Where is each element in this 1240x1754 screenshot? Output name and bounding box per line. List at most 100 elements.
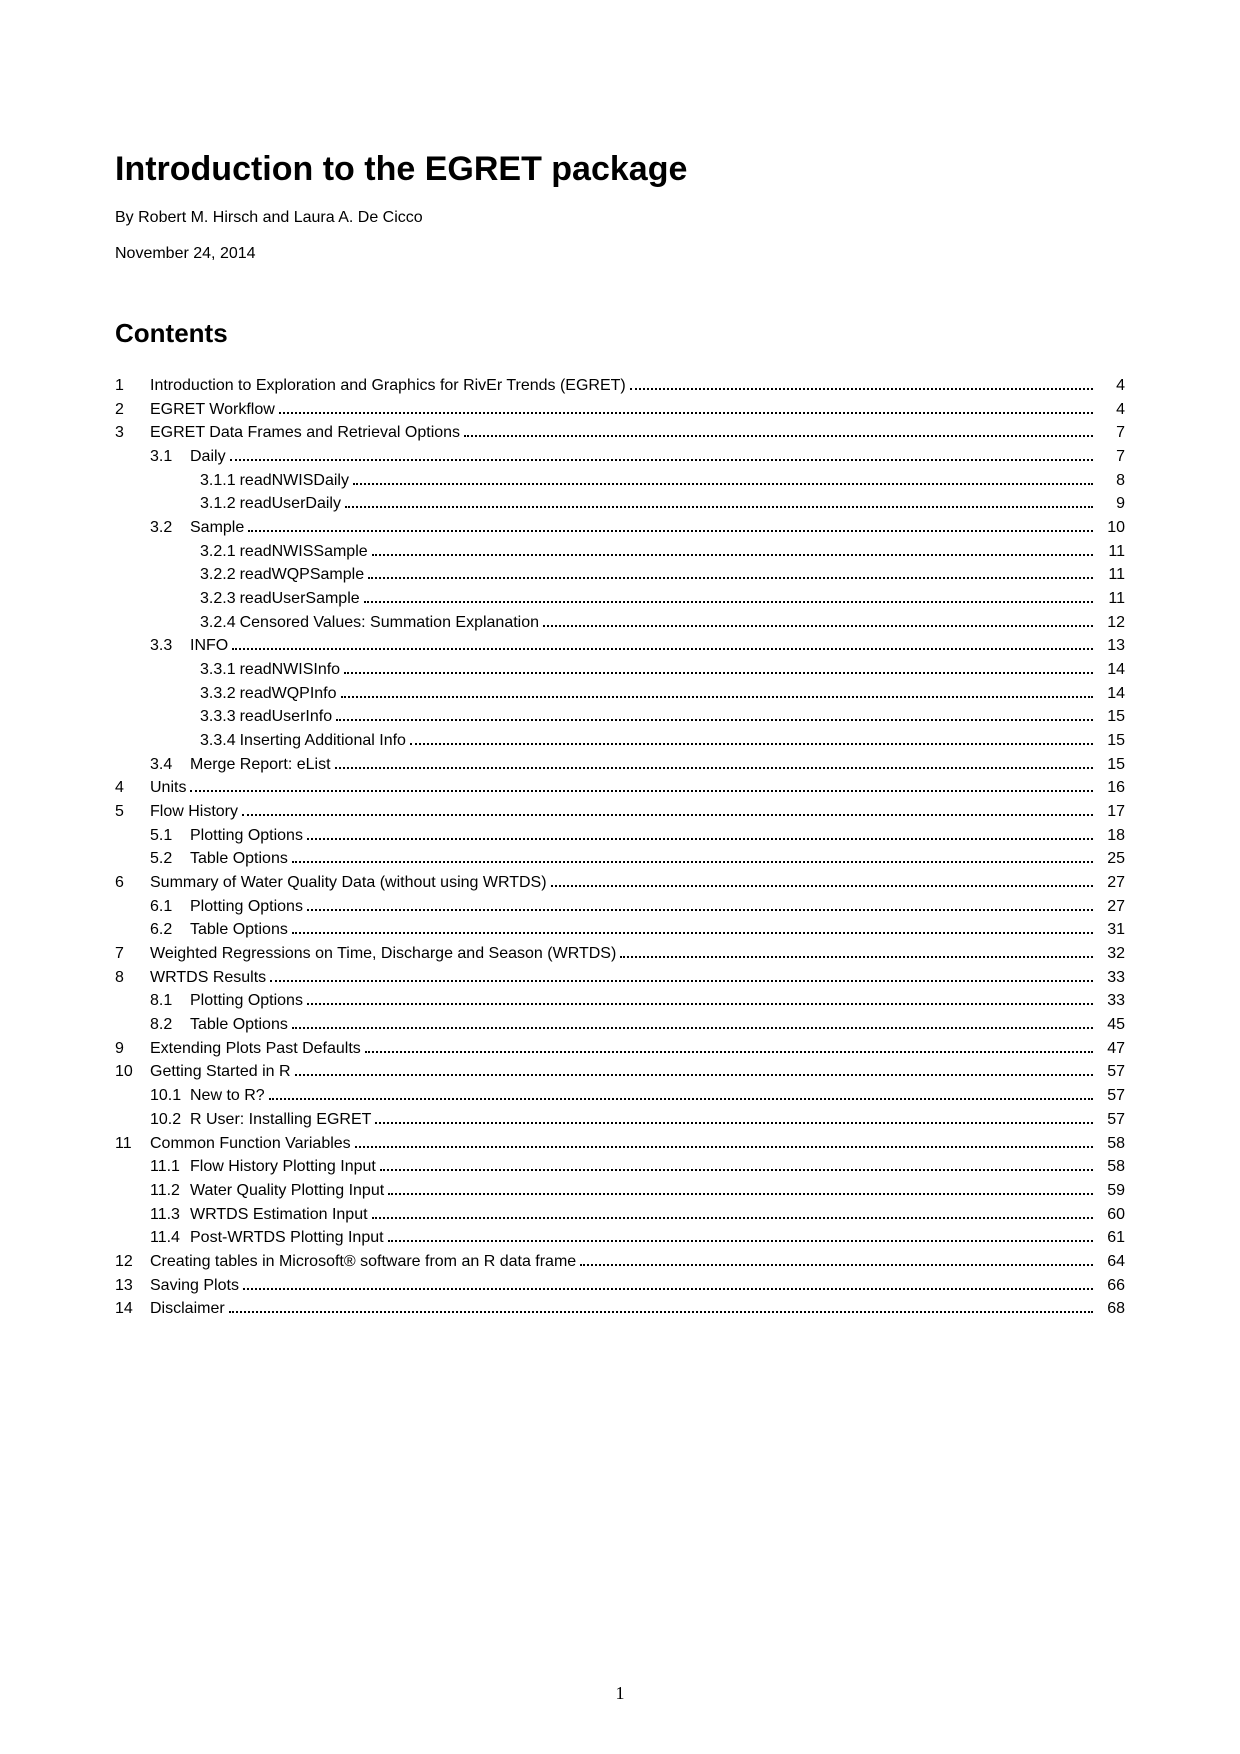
toc-chapter-number: 11 xyxy=(115,1132,150,1156)
toc-entry: 4Units16 xyxy=(115,776,1125,800)
toc-subsubsection-number: 3.2.4 xyxy=(200,611,236,635)
toc-leader-dots xyxy=(248,530,1093,532)
toc-page-number: 32 xyxy=(1097,942,1125,966)
toc-entry: 11.3WRTDS Estimation Input60 xyxy=(115,1203,1125,1227)
toc-label: WRTDS Results xyxy=(150,966,266,990)
toc-section-number: 11.3 xyxy=(150,1203,190,1227)
toc-leader-dots xyxy=(292,1027,1093,1029)
toc-entry: 5.1Plotting Options18 xyxy=(115,824,1125,848)
toc-leader-dots xyxy=(307,1003,1093,1005)
toc-leader-dots xyxy=(336,719,1093,721)
toc-leader-dots xyxy=(464,435,1093,437)
toc-entry: 6Summary of Water Quality Data (without … xyxy=(115,871,1125,895)
toc-entry: 3.1.2readUserDaily9 xyxy=(115,492,1125,516)
toc-page-number: 8 xyxy=(1097,469,1125,493)
toc-entry: 3.3.2readWQPInfo14 xyxy=(115,682,1125,706)
toc-entry: 11.4Post-WRTDS Plotting Input61 xyxy=(115,1226,1125,1250)
toc-label: readUserSample xyxy=(240,587,360,611)
toc-label: readUserInfo xyxy=(240,705,333,729)
toc-leader-dots xyxy=(365,1051,1093,1053)
toc-label: Censored Values: Summation Explanation xyxy=(240,611,539,635)
toc-page-number: 7 xyxy=(1097,421,1125,445)
toc-section-number: 8.1 xyxy=(150,989,190,1013)
toc-chapter-number: 10 xyxy=(115,1060,150,1084)
toc-section-number: 8.2 xyxy=(150,1013,190,1037)
toc-entry: 5.2Table Options25 xyxy=(115,847,1125,871)
toc-leader-dots xyxy=(375,1122,1093,1124)
toc-page-number: 68 xyxy=(1097,1297,1125,1321)
toc-page-number: 11 xyxy=(1097,587,1125,611)
toc-label: Plotting Options xyxy=(190,989,303,1013)
toc-entry: 13Saving Plots66 xyxy=(115,1274,1125,1298)
toc-leader-dots xyxy=(295,1074,1093,1076)
toc-leader-dots xyxy=(279,412,1093,414)
toc-label: Flow History Plotting Input xyxy=(190,1155,376,1179)
toc-leader-dots xyxy=(270,980,1093,982)
toc-label: Summary of Water Quality Data (without u… xyxy=(150,871,547,895)
toc-entry: 3.1.1readNWISDaily8 xyxy=(115,469,1125,493)
toc-entry: 8WRTDS Results33 xyxy=(115,966,1125,990)
toc-page-number: 15 xyxy=(1097,729,1125,753)
toc-leader-dots xyxy=(630,388,1093,390)
toc-leader-dots xyxy=(372,1217,1093,1219)
toc-label: Introduction to Exploration and Graphics… xyxy=(150,374,626,398)
toc-section-number: 11.2 xyxy=(150,1179,190,1203)
toc-leader-dots xyxy=(307,909,1093,911)
toc-leader-dots xyxy=(353,483,1093,485)
toc-label: Creating tables in Microsoft® software f… xyxy=(150,1250,576,1274)
toc-chapter-number: 13 xyxy=(115,1274,150,1298)
toc-chapter-number: 1 xyxy=(115,374,150,398)
toc-label: readNWISSample xyxy=(240,540,368,564)
toc-label: Weighted Regressions on Time, Discharge … xyxy=(150,942,616,966)
document-date: November 24, 2014 xyxy=(115,245,1125,263)
toc-label: readNWISInfo xyxy=(240,658,340,682)
toc-leader-dots xyxy=(243,1288,1093,1290)
toc-entry: 3.3INFO13 xyxy=(115,634,1125,658)
toc-page-number: 59 xyxy=(1097,1179,1125,1203)
toc-section-number: 5.1 xyxy=(150,824,190,848)
toc-section-number: 6.1 xyxy=(150,895,190,919)
toc-page-number: 33 xyxy=(1097,989,1125,1013)
toc-entry: 8.2Table Options45 xyxy=(115,1013,1125,1037)
toc-chapter-number: 9 xyxy=(115,1037,150,1061)
toc-label: Saving Plots xyxy=(150,1274,239,1298)
toc-entry: 3.3.4Inserting Additional Info15 xyxy=(115,729,1125,753)
toc-subsubsection-number: 3.2.1 xyxy=(200,540,236,564)
toc-page-number: 57 xyxy=(1097,1060,1125,1084)
toc-leader-dots xyxy=(372,554,1093,556)
toc-section-number: 3.1 xyxy=(150,445,190,469)
toc-label: Plotting Options xyxy=(190,824,303,848)
toc-entry: 3EGRET Data Frames and Retrieval Options… xyxy=(115,421,1125,445)
toc-page-number: 25 xyxy=(1097,847,1125,871)
toc-section-number: 5.2 xyxy=(150,847,190,871)
toc-entry: 3.2.4Censored Values: Summation Explanat… xyxy=(115,611,1125,635)
toc-chapter-number: 5 xyxy=(115,800,150,824)
toc-subsubsection-number: 3.1.2 xyxy=(200,492,236,516)
contents-heading: Contents xyxy=(115,318,1125,349)
toc-page-number: 11 xyxy=(1097,563,1125,587)
toc-subsubsection-number: 3.1.1 xyxy=(200,469,236,493)
toc-entry: 3.1Daily7 xyxy=(115,445,1125,469)
toc-label: Units xyxy=(150,776,186,800)
toc-leader-dots xyxy=(345,506,1093,508)
toc-page-number: 58 xyxy=(1097,1132,1125,1156)
toc-page-number: 13 xyxy=(1097,634,1125,658)
toc-label: readUserDaily xyxy=(240,492,341,516)
toc-label: readWQPInfo xyxy=(240,682,337,706)
toc-entry: 14Disclaimer68 xyxy=(115,1297,1125,1321)
toc-entry: 8.1Plotting Options 33 xyxy=(115,989,1125,1013)
toc-page-number: 10 xyxy=(1097,516,1125,540)
toc-page-number: 57 xyxy=(1097,1108,1125,1132)
toc-page-number: 45 xyxy=(1097,1013,1125,1037)
toc-section-number: 11.1 xyxy=(150,1155,190,1179)
toc-leader-dots xyxy=(335,767,1093,769)
toc-subsubsection-number: 3.2.2 xyxy=(200,563,236,587)
toc-entry: 12Creating tables in Microsoft® software… xyxy=(115,1250,1125,1274)
toc-subsubsection-number: 3.3.2 xyxy=(200,682,236,706)
toc-label: Water Quality Plotting Input xyxy=(190,1179,384,1203)
toc-entry: 11Common Function Variables58 xyxy=(115,1132,1125,1156)
toc-label: Table Options xyxy=(190,918,288,942)
toc-page-number: 7 xyxy=(1097,445,1125,469)
toc-entry: 3.4Merge Report: eList15 xyxy=(115,753,1125,777)
toc-entry: 9Extending Plots Past Defaults47 xyxy=(115,1037,1125,1061)
